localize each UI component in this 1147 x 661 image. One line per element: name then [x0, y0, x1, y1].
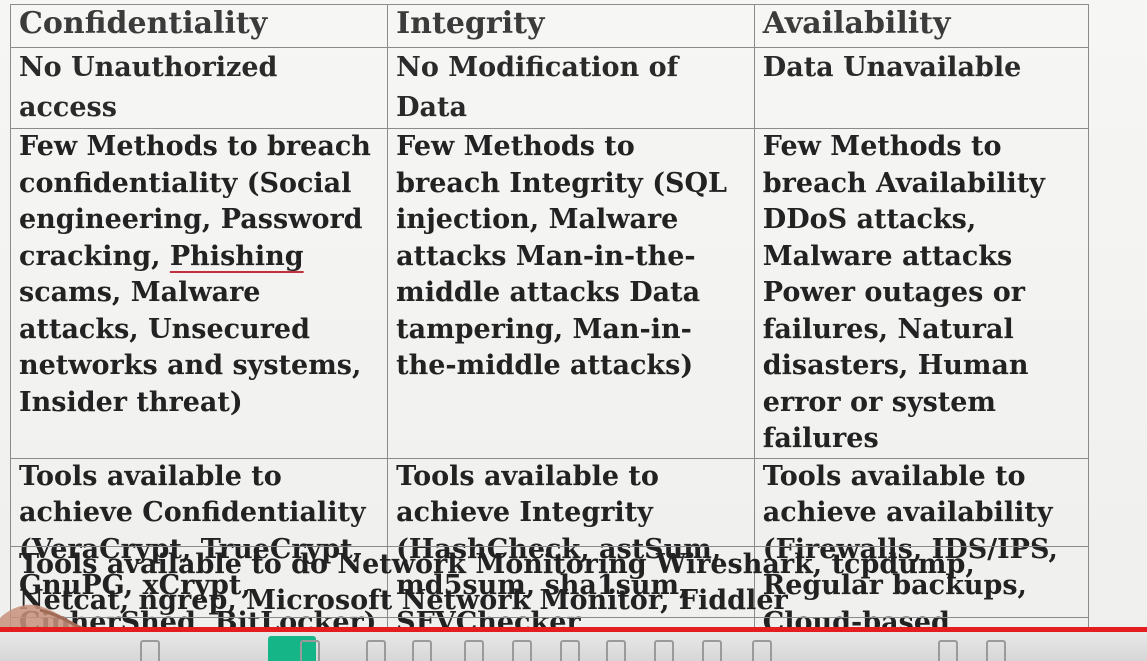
text-icon[interactable]: [366, 640, 386, 661]
definition-row: No Unauthorized access No Modification o…: [9, 47, 1090, 129]
check-icon[interactable]: [986, 640, 1006, 661]
phishing-underlined: Phishing: [169, 240, 304, 272]
definition-confidentiality: No Unauthorized access: [9, 47, 389, 129]
definition-integrity: No Modification of Data: [387, 47, 755, 129]
shape-icon[interactable]: [412, 640, 432, 661]
chart-icon[interactable]: [654, 640, 674, 661]
header-availability: Availability: [753, 4, 1090, 48]
breach-availability: Few Methods to breach Availability DDoS …: [753, 128, 1090, 459]
undo-icon[interactable]: [464, 640, 484, 661]
arrow-icon[interactable]: [752, 640, 772, 661]
breach-confidentiality: Few Methods to breach confidentiality (S…: [9, 128, 389, 459]
header-integrity: Integrity: [387, 4, 755, 48]
eraser-icon[interactable]: [300, 640, 320, 661]
header-row: Confidentiality Integrity Availability: [9, 4, 1090, 48]
annotation-toolbar: [0, 632, 1147, 661]
network-monitoring-box: Tools available to do Network Monitoring…: [10, 546, 1089, 618]
note-icon[interactable]: [702, 640, 722, 661]
table-icon[interactable]: [606, 640, 626, 661]
grid-icon[interactable]: [512, 640, 532, 661]
breach-integrity: Few Methods to breach Integrity (SQL inj…: [387, 128, 755, 459]
breach-row: Few Methods to breach confidentiality (S…: [9, 128, 1090, 459]
layers-icon[interactable]: [560, 640, 580, 661]
header-confidentiality: Confidentiality: [9, 4, 389, 48]
definition-availability: Data Unavailable: [753, 47, 1090, 129]
slide-stage: Confidentiality Integrity Availability N…: [0, 0, 1147, 661]
chevron-icon[interactable]: [140, 640, 160, 661]
clock-icon[interactable]: [938, 640, 958, 661]
breach-confidentiality-rest: scams, Malware attacks, Unsecured networ…: [19, 277, 362, 418]
